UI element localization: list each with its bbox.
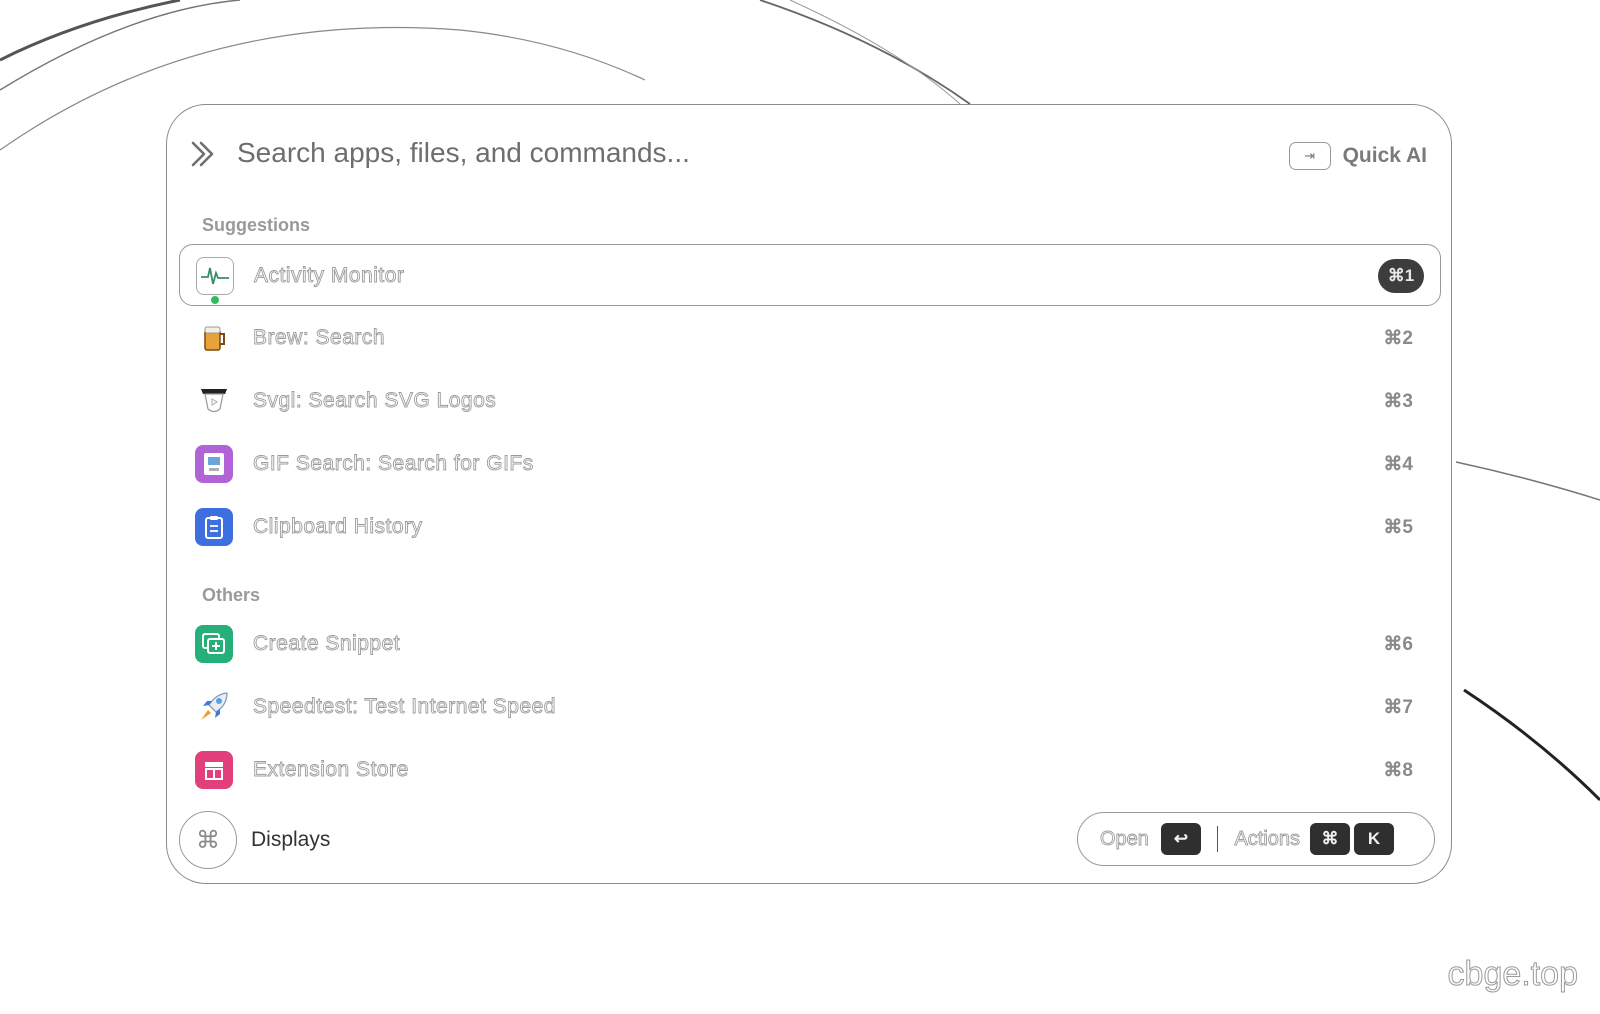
result-item-title: Speedtest: Test Internet Speed: [253, 695, 556, 719]
result-item-speedtest[interactable]: Speedtest: Test Internet Speed ⌘7: [179, 676, 1441, 738]
activity-monitor-icon: [196, 257, 234, 295]
command-key-icon: ⌘: [196, 826, 220, 854]
shortcut-label: ⌘2: [1383, 328, 1413, 349]
command-key-badge[interactable]: ⌘: [1310, 823, 1351, 855]
search-input[interactable]: [237, 133, 1057, 173]
quick-ai-button[interactable]: ⇥ Quick AI: [1288, 141, 1427, 171]
running-indicator: [211, 296, 219, 304]
watermark-text: cbge.top: [1447, 955, 1578, 994]
shortcut-label: ⌘7: [1383, 697, 1413, 718]
section-header-suggestions: Suggestions: [202, 215, 311, 235]
rocket-icon: [195, 688, 233, 726]
clipboard-icon: [195, 508, 233, 546]
result-item-svgl-search[interactable]: Svgl: Search SVG Logos ⌘3: [179, 370, 1441, 432]
section-header-others: Others: [202, 585, 261, 605]
result-item-title: Svgl: Search SVG Logos: [253, 389, 497, 413]
result-item-activity-monitor[interactable]: Activity Monitor ⌘1: [179, 244, 1441, 306]
k-key-badge[interactable]: K: [1354, 823, 1395, 855]
result-item-title: Extension Store: [253, 758, 409, 782]
result-item-title: Brew: Search: [253, 326, 386, 350]
chevron-right-prompt-icon: [191, 141, 214, 167]
result-item-clipboard-history[interactable]: Clipboard History ⌘5: [179, 496, 1441, 558]
actions-label[interactable]: Actions: [1234, 827, 1300, 851]
open-action-label[interactable]: Open: [1100, 827, 1150, 851]
shortcut-label: ⌘8: [1383, 760, 1413, 781]
action-separator: [1216, 826, 1219, 852]
result-item-gif-search[interactable]: GIF Search: Search for GIFs ⌘4: [179, 433, 1441, 495]
result-item-title: Create Snippet: [253, 632, 401, 656]
result-item-title: Activity Monitor: [254, 264, 405, 288]
shortcut-label: ⌘5: [1383, 517, 1413, 538]
svgl-logo-icon: [195, 382, 233, 420]
store-icon: [195, 751, 233, 789]
quick-ai-label: Quick AI: [1342, 144, 1427, 167]
snippet-icon: [195, 625, 233, 663]
result-item-extension-store[interactable]: Extension Store ⌘8: [179, 739, 1441, 801]
command-launcher-window: ⇥ Quick AI Suggestions Activity Monitor …: [166, 104, 1452, 884]
shortcut-label: ⌘3: [1383, 391, 1413, 412]
action-bar: Open ↩ Actions ⌘ K: [1077, 812, 1435, 866]
beer-mug-icon: [195, 319, 233, 357]
shortcut-label: ⌘4: [1383, 454, 1413, 475]
command-menu-button[interactable]: ⌘: [179, 811, 237, 869]
gif-search-icon: [195, 445, 233, 483]
tab-key-icon: ⇥: [1288, 142, 1331, 170]
result-item-title: Clipboard History: [253, 515, 423, 539]
shortcut-badge: ⌘1: [1378, 259, 1424, 293]
result-item-title: GIF Search: Search for GIFs: [253, 452, 534, 476]
result-item-brew-search[interactable]: Brew: Search ⌘2: [179, 307, 1441, 369]
return-key-icon[interactable]: ↩: [1160, 823, 1201, 855]
footer-context-label: Displays: [251, 828, 331, 851]
shortcut-label: ⌘6: [1383, 634, 1413, 655]
search-bar: ⇥ Quick AI: [167, 105, 1451, 205]
result-item-create-snippet[interactable]: Create Snippet ⌘6: [179, 613, 1441, 675]
